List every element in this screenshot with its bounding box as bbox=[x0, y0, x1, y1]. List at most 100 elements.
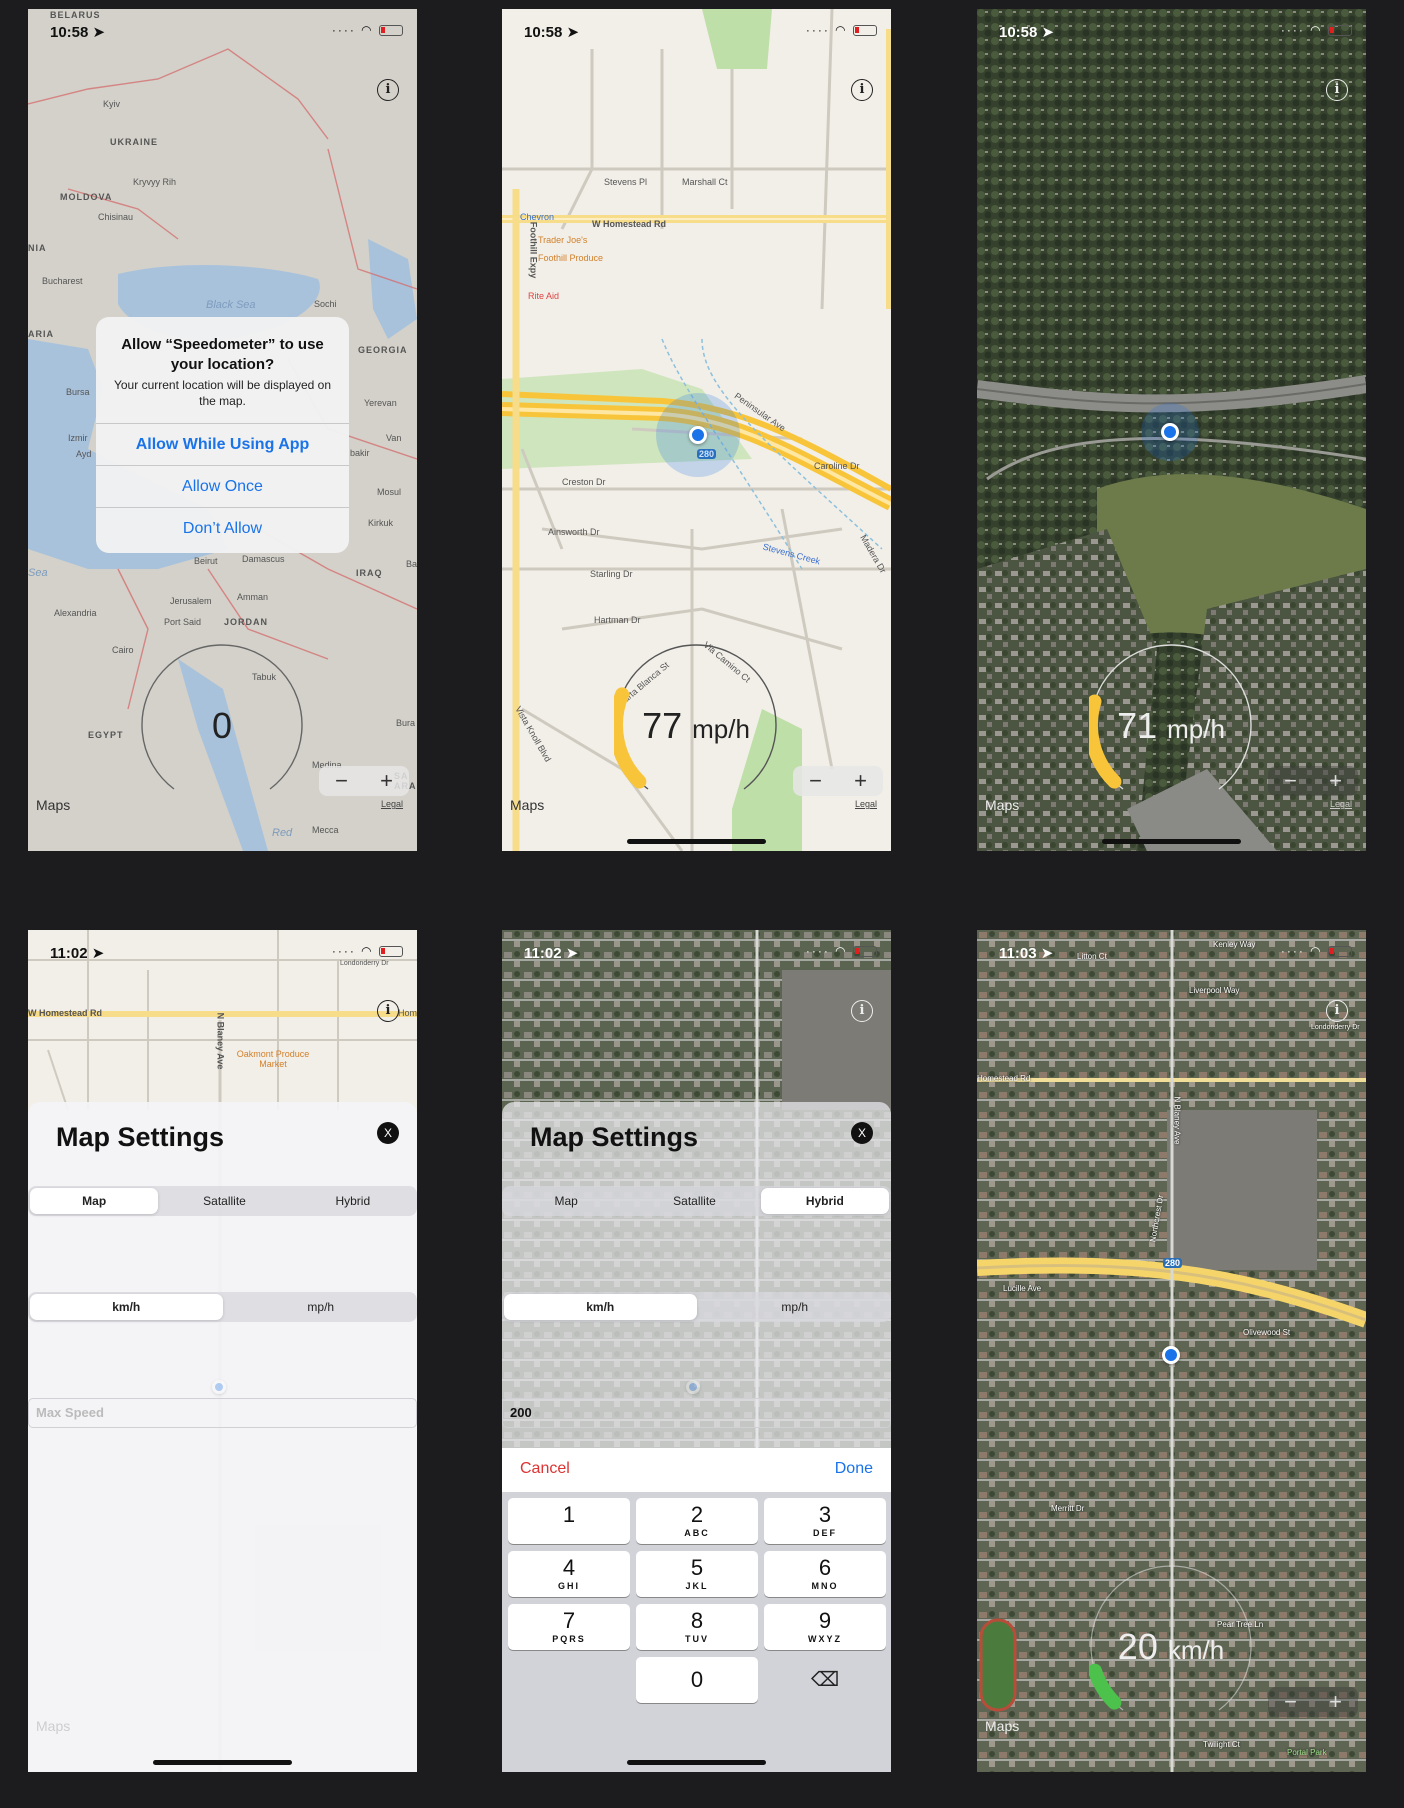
map-label-foothill-produce: Foothill Produce bbox=[538, 253, 604, 263]
zoom-control: − + bbox=[793, 766, 883, 796]
speed-unit-segmented-control: km/h mp/h bbox=[28, 1292, 417, 1322]
key-5[interactable]: 5 JKL bbox=[636, 1551, 758, 1597]
legal-link[interactable]: Legal bbox=[855, 799, 877, 809]
map-label-trader-joes: Trader Joe's bbox=[538, 235, 588, 245]
map-label-stevens-pl: Stevens Pl bbox=[604, 177, 648, 187]
info-icon[interactable]: i bbox=[1326, 1000, 1348, 1022]
location-arrow-icon: ➤ bbox=[565, 945, 579, 962]
speed-value: 20 bbox=[1117, 1626, 1158, 1667]
map-label-twilight-ct: Twilight Ct bbox=[1203, 1740, 1240, 1749]
allow-while-using-app-button[interactable]: Allow While Using App bbox=[96, 423, 349, 465]
home-indicator[interactable] bbox=[627, 1760, 766, 1765]
backspace-icon[interactable]: ⌫ bbox=[764, 1657, 886, 1703]
legal-link[interactable]: Legal bbox=[381, 799, 403, 809]
map-type-option-satellite[interactable]: Satallite bbox=[160, 1186, 288, 1216]
home-indicator[interactable] bbox=[1102, 839, 1241, 844]
zoom-out-button[interactable]: − bbox=[319, 766, 364, 796]
unit-option-mph[interactable]: mp/h bbox=[699, 1292, 892, 1322]
map-label-oakmont-produce-market: Oakmont Produce Market bbox=[236, 1049, 310, 1069]
highway-shield-280: 280 bbox=[1163, 1258, 1183, 1268]
zoom-out-button[interactable]: − bbox=[1268, 766, 1313, 796]
zoom-out-button[interactable]: − bbox=[793, 766, 838, 796]
map-type-option-map[interactable]: Map bbox=[30, 1188, 159, 1214]
map-label-liverpool-way: Liverpool Way bbox=[1189, 986, 1240, 995]
status-icons: ···· ◠ bbox=[806, 23, 877, 37]
status-time: 11:02 ➤ bbox=[524, 945, 579, 962]
map-label-port-said: Port Said bbox=[164, 617, 202, 627]
speedometer-gauge: 20 km/h bbox=[1087, 1564, 1253, 1728]
done-button[interactable]: Done bbox=[835, 1460, 873, 1478]
location-arrow-icon: ➤ bbox=[91, 945, 105, 962]
map-type-option-map[interactable]: Map bbox=[502, 1186, 630, 1216]
key-2[interactable]: 2 ABC bbox=[636, 1498, 758, 1544]
signal-icon: ···· bbox=[805, 23, 830, 37]
map-type-option-satellite[interactable]: Satallite bbox=[630, 1186, 758, 1216]
close-button[interactable]: X bbox=[377, 1122, 399, 1144]
location-permission-alert: Allow “Speedometer” to use your location… bbox=[96, 317, 349, 553]
map-label-bursa: Bursa bbox=[66, 387, 90, 397]
map-label-sea: Sea bbox=[28, 567, 48, 579]
map-label-portal-park: Portal Park bbox=[1287, 1748, 1327, 1757]
map-label-ayd: Ayd bbox=[76, 449, 92, 459]
home-indicator[interactable] bbox=[153, 1760, 292, 1765]
info-icon[interactable]: i bbox=[377, 79, 399, 101]
zoom-in-button[interactable]: + bbox=[838, 766, 883, 796]
key-8[interactable]: 8 TUV bbox=[636, 1604, 758, 1650]
map-type-option-hybrid[interactable]: Hybrid bbox=[760, 1188, 889, 1214]
legal-link[interactable]: Legal bbox=[1330, 799, 1352, 809]
signal-icon: ···· bbox=[1280, 944, 1305, 958]
zoom-control: − + bbox=[319, 766, 409, 796]
apple-maps-logo: Maps bbox=[36, 797, 71, 813]
signal-icon: ···· bbox=[331, 944, 356, 958]
map-label-beirut: Beirut bbox=[194, 556, 218, 566]
speedometer-gauge: 71 mp/h bbox=[1083, 643, 1253, 807]
key-3[interactable]: 3 DEF bbox=[764, 1498, 886, 1544]
battery-icon bbox=[1328, 25, 1352, 37]
location-arrow-icon: ➤ bbox=[92, 24, 106, 41]
map-type-option-hybrid[interactable]: Hybrid bbox=[289, 1186, 417, 1216]
info-icon[interactable]: i bbox=[1326, 79, 1348, 101]
phone-screen-hybrid-map: Litton Ct Kenley Way Liverpool Way Londo… bbox=[977, 930, 1366, 1772]
sheet-title: Map Settings bbox=[56, 1122, 225, 1152]
map-label-mecca: Mecca bbox=[312, 825, 339, 835]
status-bar: 10:58 ➤ ···· ◠ bbox=[977, 9, 1366, 57]
location-arrow-icon: ➤ bbox=[1040, 945, 1054, 962]
allow-once-button[interactable]: Allow Once bbox=[96, 465, 349, 507]
map-label-cairo: Cairo bbox=[112, 645, 134, 655]
status-bar: 11:02 ➤ ···· ◠ bbox=[28, 930, 417, 978]
unit-option-kmh[interactable]: km/h bbox=[504, 1294, 697, 1320]
key-0[interactable]: 0 bbox=[636, 1657, 758, 1703]
map-label-marshall-ct: Marshall Ct bbox=[682, 177, 728, 187]
key-9[interactable]: 9 WXYZ bbox=[764, 1604, 886, 1650]
cancel-button[interactable]: Cancel bbox=[520, 1460, 570, 1478]
info-icon[interactable]: i bbox=[851, 79, 873, 101]
map-label-alexandria: Alexandria bbox=[54, 608, 97, 618]
current-location-dot bbox=[1161, 423, 1179, 441]
info-icon[interactable]: i bbox=[851, 1000, 873, 1022]
sheet-title: Map Settings bbox=[530, 1122, 699, 1152]
zoom-in-button[interactable]: + bbox=[1313, 766, 1358, 796]
zoom-in-button[interactable]: + bbox=[364, 766, 409, 796]
close-button[interactable]: X bbox=[851, 1122, 873, 1144]
phone-screen-permission: BELARUS Kyiv UKRAINE Kryvyy Rih MOLDOVA … bbox=[28, 9, 417, 851]
current-location-dot bbox=[686, 1380, 700, 1394]
home-indicator[interactable] bbox=[627, 839, 766, 844]
status-icons: ···· ◠ bbox=[1281, 23, 1352, 37]
max-speed-input[interactable]: 200 bbox=[502, 1398, 891, 1428]
zoom-out-button[interactable]: − bbox=[1268, 1687, 1313, 1717]
unit-option-kmh[interactable]: km/h bbox=[30, 1294, 223, 1320]
key-6[interactable]: 6 MNO bbox=[764, 1551, 886, 1597]
zoom-in-button[interactable]: + bbox=[1313, 1687, 1358, 1717]
status-bar: 11:02 ➤ ···· ◠ bbox=[502, 930, 891, 978]
max-speed-input[interactable]: Max Speed bbox=[28, 1398, 417, 1428]
apple-maps-logo: Maps bbox=[510, 797, 545, 813]
key-7[interactable]: 7 PQRS bbox=[508, 1604, 630, 1650]
map-label-georgia: GEORGIA bbox=[358, 345, 408, 355]
status-icons: ···· ◠ bbox=[332, 944, 403, 958]
dont-allow-button[interactable]: Don’t Allow bbox=[96, 507, 349, 549]
key-1[interactable]: 1 bbox=[508, 1498, 630, 1544]
unit-option-mph[interactable]: mp/h bbox=[225, 1292, 418, 1322]
map-label-jerusalem: Jerusalem bbox=[170, 596, 212, 606]
info-icon[interactable]: i bbox=[377, 1000, 399, 1022]
key-4[interactable]: 4 GHI bbox=[508, 1551, 630, 1597]
